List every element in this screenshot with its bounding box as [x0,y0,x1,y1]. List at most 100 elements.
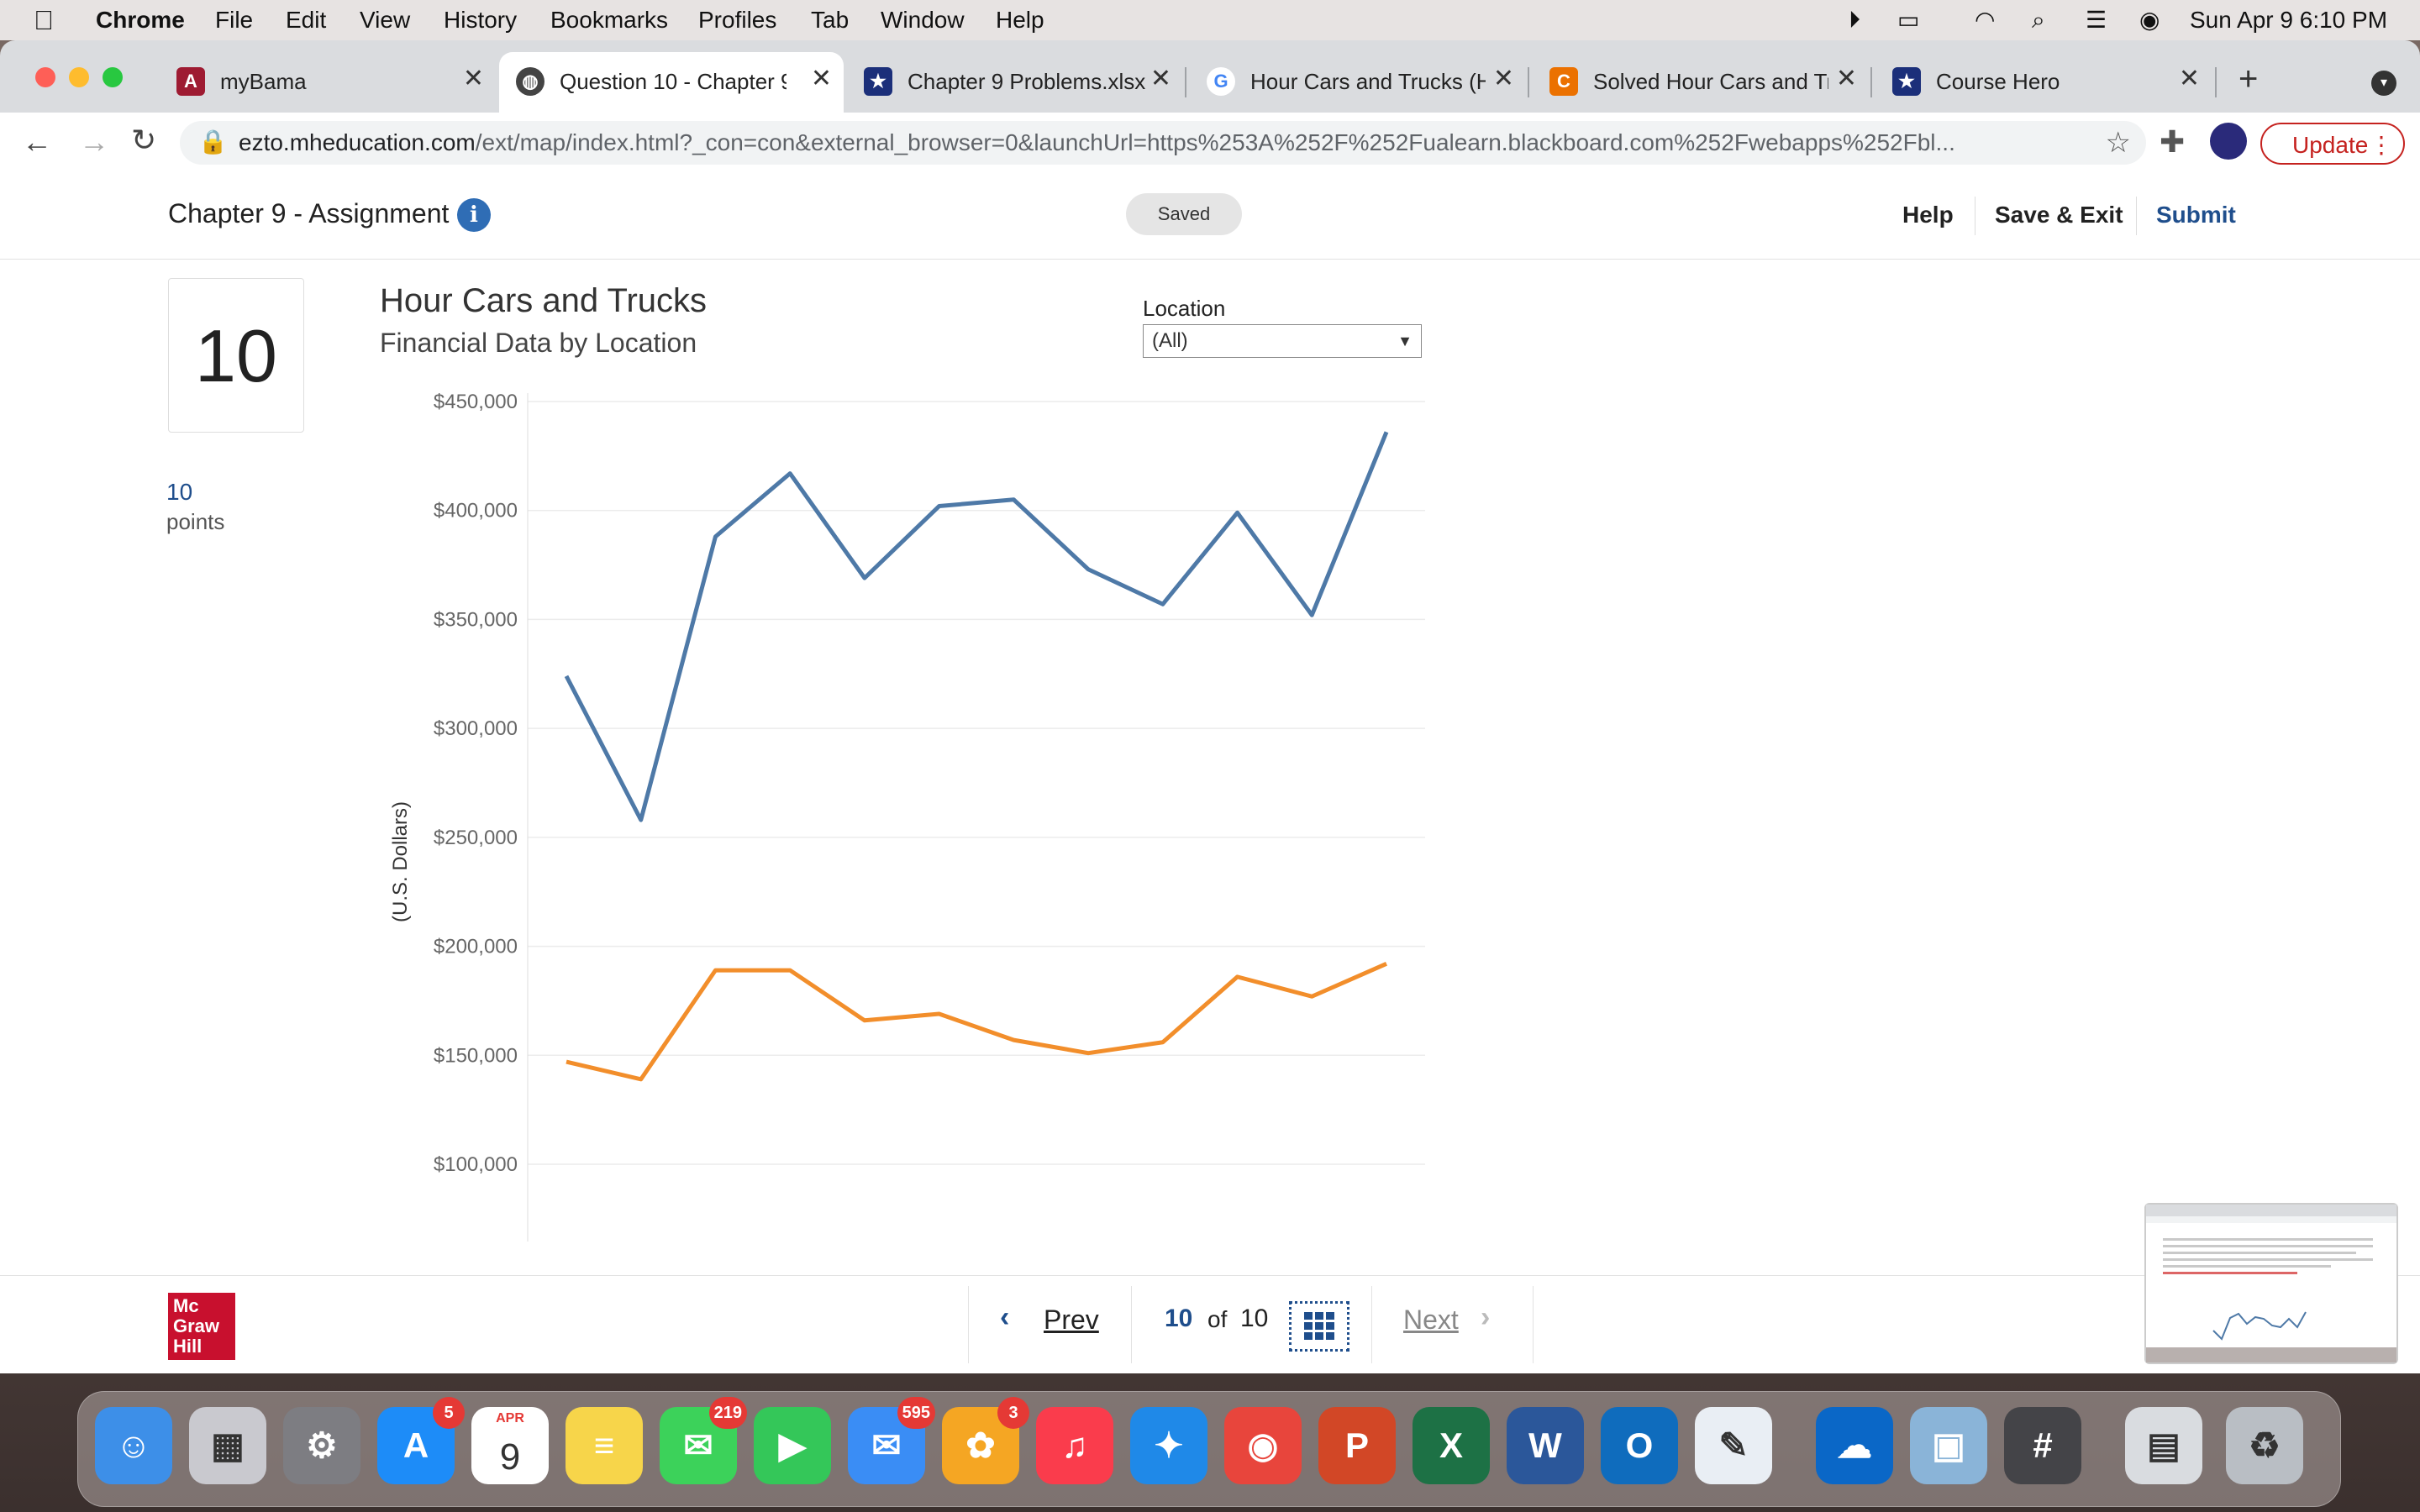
globe-icon: ◍ [516,67,544,96]
tab-chegg[interactable]: C Solved Hour Cars and Tr ✕ [1533,52,1869,113]
battery-icon[interactable]: ▭ [1897,0,1919,40]
reload-icon[interactable]: ↻ [131,123,156,158]
more-menu-icon[interactable]: ⋮ [2370,124,2393,166]
next-button[interactable]: Next [1403,1305,1459,1336]
save-exit-button[interactable]: Save & Exit [1995,202,2123,228]
macos-menubar:  Chrome File Edit View History Bookmark… [0,0,2420,40]
menu-app-name[interactable]: Chrome [96,0,185,40]
menu-view[interactable]: View [360,0,410,40]
app-store-icon[interactable]: A5 [377,1397,465,1484]
notification-badge: 219 [708,1397,747,1429]
close-tab-icon[interactable]: ✕ [1493,64,1514,93]
location-filter-label: Location [1143,296,1226,321]
tab-search-icon[interactable]: ▾ [2371,71,2396,96]
logo-text: Hill [173,1336,203,1357]
menu-tab[interactable]: Tab [811,0,849,40]
grid-icon [1304,1312,1334,1340]
address-bar[interactable]: 🔒 ezto.mheducation.com/ext/map/index.htm… [180,121,2146,165]
facetime-icon[interactable]: ▶ [754,1407,831,1484]
trash-icon[interactable]: ♻ [2226,1407,2303,1484]
chevron-right-icon[interactable]: › [1481,1301,1490,1334]
notes-icon[interactable]: ≡ [566,1407,643,1484]
screenshot-thumbnail[interactable] [2144,1203,2398,1364]
menu-file[interactable]: File [215,0,253,40]
logo-text: Graw [173,1315,220,1336]
spotlight-search-icon[interactable]: ⌕ [2032,0,2045,40]
assignment-title: Chapter 9 - Assignment [168,198,450,228]
documents-icon[interactable]: ▤ [2125,1407,2202,1484]
question-grid-button[interactable] [1289,1301,1349,1352]
onedrive-icon[interactable]: ☁ [1816,1407,1893,1484]
wifi-icon[interactable]: ◠ [1975,0,1995,40]
outlook-icon[interactable]: O [1601,1407,1678,1484]
close-tab-icon[interactable]: ✕ [811,64,832,93]
info-icon[interactable]: i [457,198,491,232]
lock-icon[interactable]: 🔒 [198,128,228,155]
chrome-icon[interactable]: ◉ [1224,1407,1302,1484]
chevron-left-icon[interactable]: ‹ [1000,1301,1009,1334]
chart-title: Hour Cars and Trucks [380,282,708,319]
menu-help[interactable]: Help [996,0,1044,40]
mail-icon[interactable]: ✉ 595 [848,1397,935,1484]
menubar-clock[interactable]: Sun Apr 9 6:10 PM [2190,0,2387,40]
tab-question-10[interactable]: ◍ Question 10 - Chapter 9 ✕ [499,52,844,113]
tab-title: Hour Cars and Trucks (H [1250,69,1486,94]
close-tab-icon[interactable]: ✕ [2179,64,2200,93]
chart-series [564,431,1389,1082]
tab-chapter-9-problems[interactable]: ★ Chapter 9 Problems.xlsx ✕ [847,52,1183,113]
tab-google-search[interactable]: G Hour Cars and Trucks (H ✕ [1190,52,1526,113]
powerpoint-icon[interactable]: P [1318,1407,1396,1484]
forward-icon[interactable]: → [79,124,109,160]
messages-icon[interactable]: ✉ 219 [660,1397,747,1484]
zoom-window-icon[interactable] [103,67,123,87]
apple-icon[interactable]:  [34,0,54,40]
y-axis-ticks: $450,000 $400,000 $350,000 $300,000 $250,000… [434,391,518,1176]
photos-icon[interactable]: ✿ 3 [942,1397,1029,1484]
siri-icon[interactable]: ◉ [2139,0,2160,40]
menu-history[interactable]: History [444,0,517,40]
extensions-icon[interactable]: ✚ [2160,124,2185,160]
launchpad-icon[interactable]: ▦ [189,1407,266,1484]
music-icon[interactable]: ♫ [1036,1407,1113,1484]
menu-profiles[interactable]: Profiles [698,0,776,40]
excel-icon[interactable]: X [1413,1407,1490,1484]
back-icon[interactable]: ← [22,124,52,160]
tab-mybama[interactable]: A myBama ✕ [160,52,496,113]
word-icon[interactable]: W [1507,1407,1584,1484]
tab-course-hero[interactable]: ★ Course Hero ✕ [1876,52,2212,113]
bookmark-star-icon[interactable]: ☆ [2106,126,2131,160]
alabama-icon: A [176,67,205,96]
close-window-icon[interactable] [35,67,55,87]
close-tab-icon[interactable]: ✕ [1836,64,1857,93]
calendar-icon[interactable]: APR 9 [471,1407,549,1484]
submit-button[interactable]: Submit [2156,202,2236,228]
textedit-icon[interactable]: ✎ [1695,1407,1772,1484]
series-line-2[interactable] [566,962,1388,1082]
menu-edit[interactable]: Edit [286,0,326,40]
tab-separator [2215,67,2217,97]
location-filter-select[interactable]: (All) ▼ [1143,324,1422,358]
control-center-icon[interactable]: ☰ [2086,0,2107,40]
minimize-window-icon[interactable] [69,67,89,87]
close-tab-icon[interactable]: ✕ [1150,64,1171,93]
system-preferences-icon[interactable]: ⚙ [283,1407,360,1484]
play-icon[interactable]: ⏵ [1849,0,1860,40]
tab-title: Chapter 9 Problems.xlsx [908,69,1146,94]
help-button[interactable]: Help [1902,202,1954,228]
calculator-icon[interactable]: # [2004,1407,2081,1484]
close-tab-icon[interactable]: ✕ [463,64,484,93]
finder-icon[interactable]: ☺ [95,1407,172,1484]
update-button[interactable]: Update ⋮ [2260,123,2405,165]
preview-icon[interactable]: ▣ [1910,1407,1987,1484]
menu-bookmarks[interactable]: Bookmarks [550,0,668,40]
mcgraw-hill-logo: Mc Graw Hill [168,1293,235,1360]
saved-status: Saved [1126,193,1242,235]
macos-dock: ☺ ▦ ⚙ A 5 APR 9 ≡ ✉ 219 ▶ ✉ 595 ✿ 3 ♫ ✦ ◉ P X W O ✎ ☁ ▣ # ▤ ♻ [77,1391,2341,1507]
star-icon: ★ [864,67,892,96]
prev-button[interactable]: Prev [1044,1305,1099,1336]
series-line-1[interactable] [564,431,1389,822]
profile-avatar[interactable] [2210,123,2247,160]
new-tab-icon[interactable]: + [2238,60,2258,98]
safari-icon[interactable]: ✦ [1130,1407,1207,1484]
menu-window[interactable]: Window [881,0,965,40]
